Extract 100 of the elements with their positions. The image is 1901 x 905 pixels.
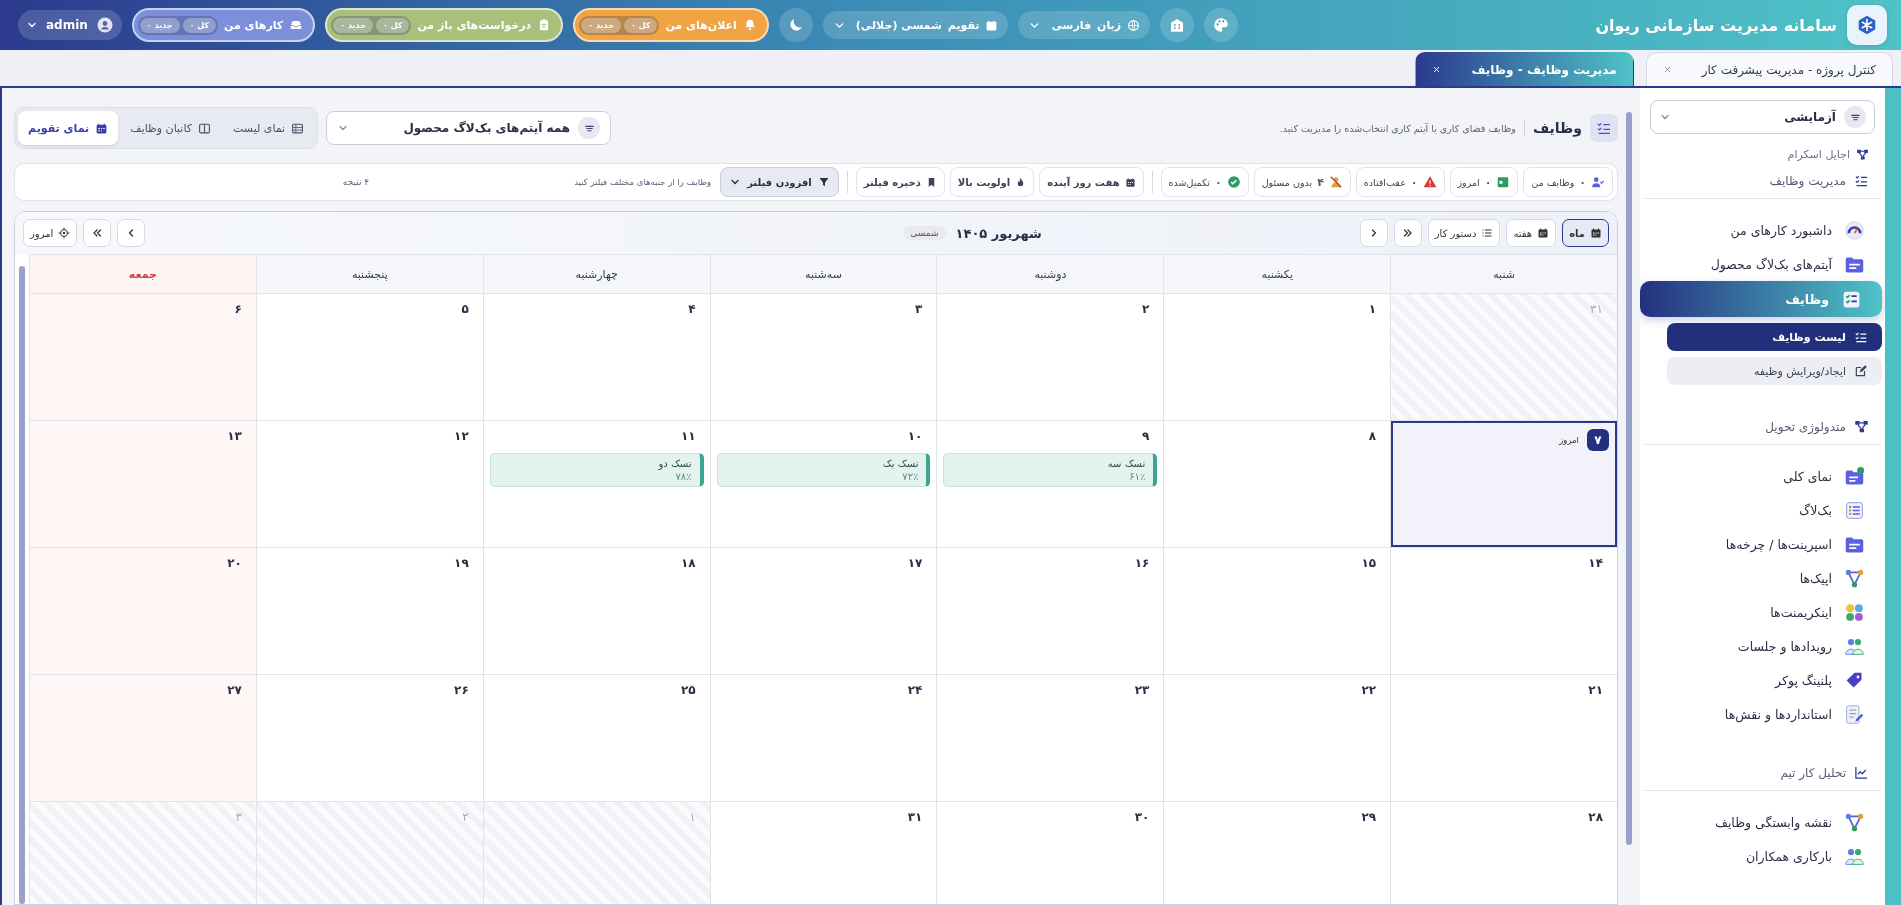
calendar-icon bbox=[1496, 175, 1511, 189]
day-number: ۵ bbox=[461, 302, 469, 316]
document-icon bbox=[1844, 703, 1865, 725]
day-cell[interactable]: ۸ bbox=[1163, 421, 1391, 548]
scrollbar[interactable] bbox=[19, 266, 25, 904]
warning-icon bbox=[1422, 175, 1437, 189]
sidebar-item[interactable]: اسپرینت‌ها / چرخه‌ها bbox=[1640, 527, 1885, 561]
page-tab[interactable]: مدیریت وظایف - وظایف bbox=[1415, 52, 1634, 86]
scope-select[interactable]: همه آیتم‌های بک‌لاگ محصول bbox=[326, 111, 612, 145]
section-title[interactable]: تحلیل کار تیم bbox=[1640, 757, 1885, 790]
task-card[interactable]: تسک دو ۷۸٪ bbox=[489, 453, 704, 487]
filter-chip[interactable]: ۰ وظایف من bbox=[1523, 167, 1613, 197]
preset-button[interactable]: هفت روز آینده bbox=[1039, 167, 1144, 197]
day-cell[interactable]: ۶ bbox=[29, 294, 256, 421]
day-cell[interactable]: ۲۱ bbox=[1390, 675, 1617, 802]
filter-chip[interactable]: ۰ تکمیل‌شده bbox=[1160, 167, 1249, 197]
sidebar-item[interactable]: اپیک‌ها bbox=[1640, 561, 1885, 595]
task-title: تسک دو bbox=[657, 458, 692, 469]
page-tab[interactable]: کنترل پروژه - مدیریت پیشرفت کار bbox=[1645, 52, 1893, 86]
day-cell[interactable]: ۱۱ تسک دو ۷۸٪ bbox=[482, 421, 710, 548]
day-cell[interactable]: ۲۳ bbox=[936, 675, 1164, 802]
day-number: ۲۵ bbox=[680, 683, 696, 697]
sidebar-subitem[interactable]: ایجاد/ویرایش وظیفه bbox=[1667, 357, 1882, 385]
next-year-button[interactable] bbox=[83, 219, 112, 247]
day-cell[interactable]: ۱۰ تسک یک ۷۲٪ bbox=[709, 421, 937, 548]
day-cell[interactable]: ۲۲ bbox=[1163, 675, 1391, 802]
sidebar-subitem[interactable]: لیست وظایف bbox=[1667, 323, 1882, 351]
columns-icon bbox=[198, 121, 211, 135]
calendar-type-badge: شمسی bbox=[903, 226, 946, 240]
day-cell[interactable]: ۲۰ bbox=[29, 548, 256, 675]
view-tab[interactable]: دستور کار bbox=[1427, 219, 1501, 247]
day-cell[interactable]: ۲۶ bbox=[255, 675, 483, 802]
day-cell[interactable]: ۵ bbox=[255, 294, 483, 421]
day-cell[interactable]: ۱۷ bbox=[709, 548, 937, 675]
sidebar-item[interactable]: نقشه وابستگی وظایف bbox=[1640, 805, 1885, 839]
sidebar-item[interactable]: رویدادها و جلسات bbox=[1640, 629, 1885, 663]
view-tab[interactable]: ماه bbox=[1562, 219, 1609, 247]
day-number: ۳۱ bbox=[1590, 302, 1603, 316]
sidebar-item[interactable]: اینکریمنت‌ها bbox=[1640, 595, 1885, 629]
day-cell[interactable]: ۲ bbox=[936, 294, 1164, 421]
day-number: ۱۱ bbox=[680, 429, 696, 443]
view-tab[interactable]: نمای لیست bbox=[223, 111, 315, 145]
day-number: ۱۴ bbox=[1588, 556, 1603, 570]
section-title[interactable]: متدولوژی تحویل bbox=[1640, 411, 1885, 444]
sidebar-item[interactable]: بک‌لاگ bbox=[1640, 493, 1885, 527]
task-title: تسک یک bbox=[881, 458, 919, 469]
scrollbar[interactable] bbox=[1626, 112, 1632, 845]
checklist-icon bbox=[1596, 120, 1612, 136]
day-number: ۲۴ bbox=[907, 683, 923, 697]
today-button[interactable]: امروز bbox=[23, 219, 78, 247]
sidebar-item[interactable]: نمای کلی bbox=[1640, 459, 1885, 493]
day-cell[interactable]: ۲۴ bbox=[709, 675, 937, 802]
theme-button[interactable] bbox=[1204, 8, 1239, 42]
preset-button[interactable]: ذخیره فیلتر bbox=[855, 167, 945, 197]
organization-button[interactable] bbox=[1160, 8, 1195, 42]
network-icon bbox=[1856, 148, 1869, 161]
sidebar-item[interactable]: آیتم‌های بک‌لاگ محصول bbox=[1640, 247, 1885, 281]
sidebar-item[interactable]: پلنینگ پوکر bbox=[1640, 663, 1885, 697]
sidebar-item[interactable]: داشبورد کارهای من bbox=[1640, 213, 1885, 247]
day-number: ۸ bbox=[1368, 429, 1377, 443]
filter-chip[interactable]: ۰ عقب‌افتاده bbox=[1355, 167, 1445, 197]
add-filter-dropdown[interactable]: افزودن فیلتر bbox=[720, 167, 839, 197]
day-cell[interactable]: ۱۴ bbox=[1390, 548, 1617, 675]
circles-icon bbox=[1844, 601, 1865, 623]
day-cell[interactable]: ۲۵ bbox=[482, 675, 710, 802]
task-card[interactable]: تسک یک ۷۲٪ bbox=[716, 453, 931, 487]
previous-year-button[interactable] bbox=[1393, 219, 1422, 247]
workspace-select[interactable]: آزمایشی bbox=[1650, 100, 1875, 134]
folder-icon bbox=[1844, 465, 1865, 487]
day-cell[interactable]: ۱۸ bbox=[482, 548, 710, 675]
preset-button[interactable]: اولویت بالا bbox=[949, 167, 1035, 197]
avatar-icon bbox=[95, 16, 114, 34]
palette-icon bbox=[1212, 16, 1231, 34]
page-title: وظایف bbox=[1532, 120, 1582, 136]
count-badge: کل ۰ bbox=[623, 17, 658, 33]
day-cell[interactable]: ۲۷ bbox=[29, 675, 256, 802]
day-cell[interactable]: ۴ bbox=[482, 294, 710, 421]
sidebar-item[interactable]: استانداردها و نقش‌ها bbox=[1640, 697, 1885, 731]
view-tab[interactable]: هفته bbox=[1506, 219, 1557, 247]
graph-icon bbox=[1844, 567, 1865, 589]
section-title[interactable]: مدیریت وظایف bbox=[1640, 165, 1885, 198]
day-cell[interactable]: ۱۲ bbox=[255, 421, 483, 548]
day-cell[interactable]: ۳ bbox=[709, 294, 937, 421]
day-cell[interactable]: ۱۹ bbox=[255, 548, 483, 675]
filter-chip[interactable]: ۴ بدون مسئول bbox=[1253, 167, 1351, 197]
task-card[interactable]: تسک سه ۶۱٪ bbox=[943, 453, 1158, 487]
table-icon bbox=[291, 121, 305, 135]
day-cell[interactable]: ۷ امروز bbox=[1390, 421, 1617, 548]
day-cell[interactable]: ۱۶ bbox=[936, 548, 1164, 675]
day-cell[interactable]: ۹ تسک سه ۶۱٪ bbox=[936, 421, 1164, 548]
dark-mode-button[interactable] bbox=[778, 8, 813, 42]
view-tab[interactable]: کانبان وظایف bbox=[120, 111, 221, 145]
day-cell[interactable]: ۱۵ bbox=[1163, 548, 1391, 675]
day-cell[interactable]: ۱ bbox=[1163, 294, 1391, 421]
filter-chip[interactable]: ۰ امروز bbox=[1449, 167, 1519, 197]
view-tab[interactable]: نمای تقویم bbox=[18, 111, 119, 145]
user-menu[interactable]: admin bbox=[18, 10, 122, 40]
sidebar-item[interactable]: بارکاری همکاران bbox=[1640, 839, 1885, 873]
crosshair-icon bbox=[58, 227, 71, 239]
day-cell[interactable]: ۱۳ bbox=[29, 421, 256, 548]
